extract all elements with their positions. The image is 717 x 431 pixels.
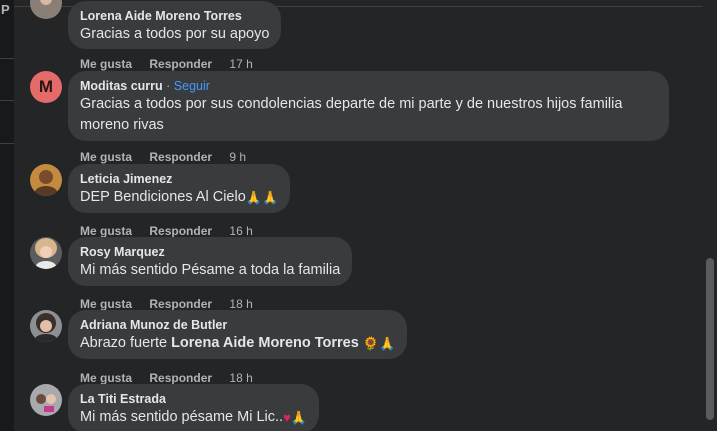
sunflower-icon: 🌻 [362, 336, 380, 351]
separator-dot: · [166, 79, 171, 93]
comment-timestamp[interactable]: 18 h [229, 371, 252, 385]
reply-button[interactable]: Responder [149, 224, 212, 238]
comment-bubble: Lorena Aide Moreno Torres Gracias a todo… [68, 1, 282, 49]
comments-panel: Lorena Aide Moreno Torres Gracias a todo… [14, 0, 717, 431]
comment-bubble: Rosy Marquez Mi más sentido Pésame a tod… [68, 237, 353, 286]
comment-bubble: Moditas curru · Seguir Gracias a todos p… [68, 71, 669, 141]
like-button[interactable]: Me gusta [80, 297, 132, 311]
reply-button[interactable]: Responder [149, 150, 212, 164]
avatar-letter: M [38, 77, 54, 96]
reply-button[interactable]: Responder [149, 297, 212, 311]
comment-bubble: Adriana Munoz de Butler Abrazo fuerte Lo… [68, 310, 408, 359]
comment-author[interactable]: Leticia Jimenez [80, 171, 278, 187]
comment-author[interactable]: Moditas curru [80, 79, 163, 93]
comment-text: Mi más sentido Pésame a toda la familia [80, 262, 341, 278]
mention-link[interactable]: Lorena Aide Moreno Torres [171, 335, 359, 351]
avatar[interactable] [30, 164, 62, 196]
comment-text: Mi más sentido pésame Mi Lic.. [80, 409, 284, 425]
comment-actions: Me gusta Responder 17 h [80, 57, 253, 71]
praying-hands-icon: 🙏 [290, 410, 307, 425]
comment-author[interactable]: Lorena Aide Moreno Torres [80, 8, 269, 24]
left-strip-glyph: P [1, 2, 10, 17]
comment-actions: Me gusta Responder 18 h [80, 297, 253, 311]
reply-button[interactable]: Responder [149, 371, 212, 385]
left-strip-divider [0, 100, 14, 101]
comment-bubble: Leticia Jimenez DEP Bendiciones Al Cielo… [68, 164, 291, 213]
left-strip-divider [0, 143, 14, 144]
comment-text: DEP Bendiciones Al Cielo [80, 189, 246, 205]
like-button[interactable]: Me gusta [80, 150, 132, 164]
comment-actions: Me gusta Responder 16 h [80, 224, 253, 238]
comment-text: Gracias a todos por sus condolencias dep… [80, 96, 623, 112]
comment-text: Abrazo fuerte [80, 335, 172, 351]
comment-timestamp[interactable]: 17 h [229, 57, 252, 71]
comment-author[interactable]: Rosy Marquez [80, 244, 340, 260]
left-strip-divider [0, 58, 14, 59]
comment-text-line: Mi más sentido pésame Mi Lic..♥🙏 [80, 407, 307, 428]
like-button[interactable]: Me gusta [80, 371, 132, 385]
follow-link[interactable]: Seguir [174, 79, 210, 93]
avatar[interactable] [30, 237, 62, 269]
comment-bubble: La Titi Estrada Mi más sentido pésame Mi… [68, 384, 319, 431]
avatar[interactable] [30, 384, 62, 416]
avatar[interactable] [30, 0, 62, 19]
comment-timestamp[interactable]: 9 h [229, 150, 246, 164]
comment-actions: Me gusta Responder 9 h [80, 150, 246, 164]
comment-timestamp[interactable]: 18 h [229, 297, 252, 311]
scrollbar-thumb[interactable] [706, 258, 714, 420]
comment-text-continued: moreno rivas [80, 117, 164, 133]
comment-text-line: Abrazo fuerte Lorena Aide Moreno Torres … [80, 333, 395, 354]
heart-icon: ♥ [283, 410, 291, 425]
praying-hands-icon: 🙏🙏 [245, 190, 279, 205]
comment-author[interactable]: Adriana Munoz de Butler [80, 317, 395, 333]
like-button[interactable]: Me gusta [80, 224, 132, 238]
comment-timestamp[interactable]: 16 h [229, 224, 252, 238]
comment-text: Gracias a todos por su apoyo [80, 26, 270, 42]
comment-text-line: DEP Bendiciones Al Cielo🙏🙏 [80, 187, 278, 208]
avatar[interactable]: M [30, 71, 62, 103]
praying-hands-icon: 🙏 [379, 336, 396, 351]
comment-actions: Me gusta Responder 18 h [80, 371, 253, 385]
comment-author-line: Moditas curru · Seguir [80, 78, 657, 94]
comment-author[interactable]: La Titi Estrada [80, 391, 307, 407]
like-button[interactable]: Me gusta [80, 57, 132, 71]
reply-button[interactable]: Responder [149, 57, 212, 71]
avatar[interactable] [30, 310, 62, 342]
left-page-strip: P [0, 0, 14, 431]
